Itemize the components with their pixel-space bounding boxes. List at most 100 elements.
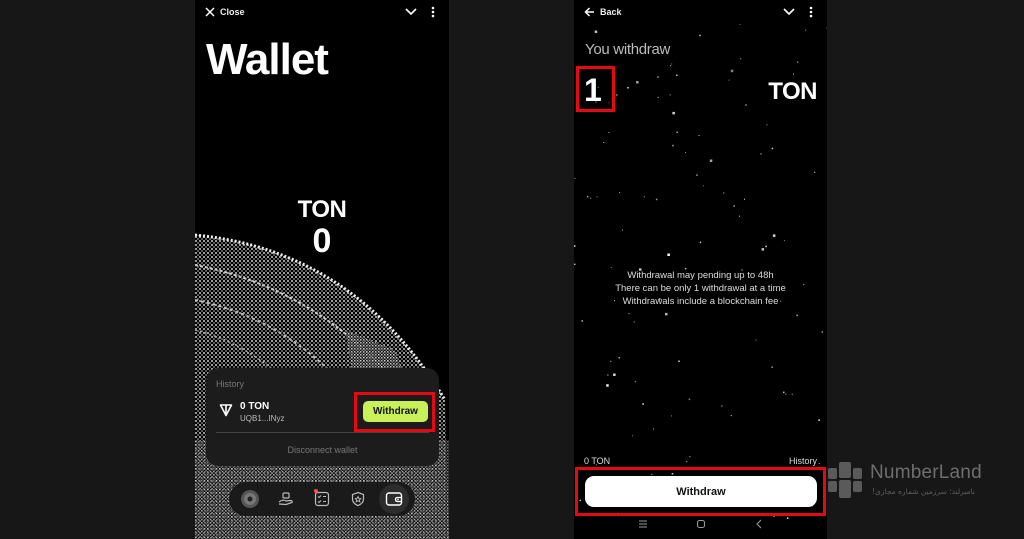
ton-logo-icon <box>219 404 233 417</box>
star <box>657 96 659 98</box>
nav-item-security[interactable] <box>343 484 373 514</box>
star <box>665 312 668 316</box>
star <box>676 74 678 76</box>
withdraw-button[interactable]: Withdraw <box>363 401 428 422</box>
star <box>579 499 581 502</box>
star <box>818 419 820 421</box>
divider <box>216 432 429 433</box>
star <box>608 131 610 133</box>
wallet-icon <box>385 492 403 506</box>
nav-item-rewards[interactable] <box>271 484 301 514</box>
wallet-amount: 0 TON <box>240 401 270 412</box>
note-line: There can be only 1 withdrawal at a time <box>615 283 786 294</box>
star <box>607 374 609 376</box>
back-button[interactable]: Back <box>584 7 622 17</box>
star <box>613 373 616 376</box>
star <box>772 234 776 237</box>
home-button[interactable] <box>695 518 707 530</box>
star <box>655 198 658 201</box>
star <box>791 393 793 395</box>
withdraw-heading: You withdraw <box>585 41 671 58</box>
back-label: Back <box>600 7 622 17</box>
star <box>774 468 777 470</box>
balance-currency: TON <box>297 196 347 223</box>
star <box>671 473 674 475</box>
collapse-button[interactable] <box>781 4 797 20</box>
star <box>761 248 765 251</box>
available-balance: 0 TON <box>584 456 611 466</box>
wallet-address: UQB1...INyz <box>240 414 285 423</box>
close-button[interactable]: Close <box>205 7 245 17</box>
shield-star-icon <box>351 491 365 507</box>
screenshot-composite: Close Wallet TON 0 History 0 TON UQB1...… <box>0 0 1024 539</box>
star <box>596 196 598 198</box>
star <box>796 61 799 63</box>
star <box>617 512 619 515</box>
star <box>755 339 757 341</box>
more-vertical-icon <box>431 6 435 18</box>
nav-item-profile[interactable] <box>235 484 265 514</box>
star <box>703 185 704 187</box>
star <box>627 87 629 89</box>
collapse-button[interactable] <box>403 4 419 20</box>
history-link[interactable]: History <box>789 456 817 466</box>
more-menu-button[interactable] <box>425 4 441 20</box>
wallet-screen: Close Wallet TON 0 History 0 TON UQB1...… <box>195 0 449 539</box>
star <box>783 391 785 394</box>
star <box>740 58 742 60</box>
star <box>618 357 620 359</box>
top-bar: Close <box>195 0 449 24</box>
star <box>574 177 576 179</box>
recents-icon <box>638 520 647 528</box>
nav-item-wallet[interactable] <box>379 484 409 514</box>
star <box>821 331 823 333</box>
recents-button[interactable] <box>637 518 649 530</box>
star <box>590 197 592 199</box>
star <box>796 314 798 317</box>
star <box>696 174 698 176</box>
star <box>657 76 659 78</box>
system-back-button[interactable] <box>753 518 765 530</box>
star <box>739 215 740 217</box>
arrow-left-icon <box>584 7 594 17</box>
nav-item-tasks[interactable] <box>307 484 337 514</box>
disconnect-wallet-button[interactable]: Disconnect wallet <box>206 445 439 455</box>
star <box>698 135 700 136</box>
star <box>577 85 579 86</box>
history-link[interactable]: History <box>216 379 244 389</box>
avatar-icon <box>241 490 259 508</box>
star <box>685 152 687 153</box>
note-line: Withdrawal may pending up to 48h <box>627 270 774 281</box>
star <box>672 144 674 147</box>
star <box>765 245 767 248</box>
star <box>574 245 576 247</box>
hand-gift-icon <box>278 492 293 506</box>
star <box>793 73 794 75</box>
page-title: Wallet <box>206 35 329 84</box>
star <box>688 398 691 401</box>
star <box>745 104 747 106</box>
watermark: NumberLand نامبرلند؛ سرزمین شماره مجازی! <box>828 460 1018 500</box>
wallet-card: History 0 TON UQB1...INyz Withdraw Disco… <box>206 368 439 466</box>
star <box>671 63 673 65</box>
star <box>634 381 636 383</box>
star <box>667 253 670 256</box>
note-line: Withdrawals include a blockchain fee <box>622 296 779 307</box>
withdraw-currency: TON <box>768 78 817 105</box>
star <box>678 360 680 362</box>
star <box>621 229 623 231</box>
more-menu-button[interactable] <box>803 4 819 20</box>
star <box>783 240 785 242</box>
star <box>642 403 644 405</box>
star <box>632 435 634 437</box>
star <box>739 23 741 25</box>
withdraw-screen: Back You withdraw 1 TON Withdrawal may p… <box>574 0 827 539</box>
withdraw-amount-input[interactable]: 1 <box>584 72 602 109</box>
star <box>771 147 774 150</box>
star <box>723 192 725 194</box>
close-label: Close <box>220 7 245 17</box>
watermark-tagline: نامبرلند؛ سرزمین شماره مجازی! <box>872 487 975 496</box>
withdraw-confirm-button[interactable]: Withdraw <box>585 476 817 507</box>
star <box>709 159 713 162</box>
chevron-down-icon <box>783 8 795 16</box>
